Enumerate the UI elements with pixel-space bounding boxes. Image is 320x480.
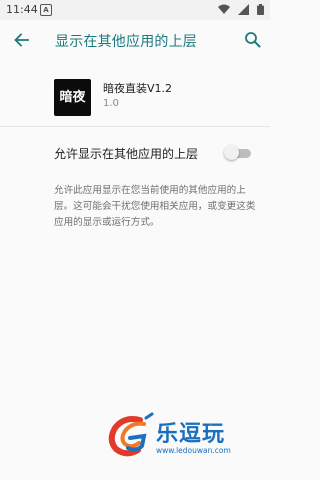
signal-icon xyxy=(237,4,249,15)
watermark-url: www.ledouwan.com xyxy=(156,446,231,455)
app-name: 暗夜直装V1.2 xyxy=(103,82,173,95)
toggle-thumb xyxy=(224,145,239,160)
status-time: 11:44 xyxy=(6,3,38,16)
app-info-header: 暗夜 暗夜直装V1.2 1.0 xyxy=(0,68,270,128)
permission-toggle-row[interactable]: 允许显示在其他应用的上层 xyxy=(0,136,270,170)
back-button[interactable] xyxy=(12,30,32,50)
section-divider xyxy=(0,126,270,127)
page-title: 显示在其他应用的上层 xyxy=(55,34,197,50)
notification-icon: A xyxy=(40,4,52,16)
battery-icon xyxy=(257,4,264,15)
permission-description: 允许此应用显示在您当前使用的其他应用的上层。这可能会干扰您使用相关应用，或变更这… xyxy=(54,185,256,228)
ledouwan-logo-icon xyxy=(108,412,154,457)
watermark-logo: 乐逗玩 www.ledouwan.com xyxy=(106,412,266,462)
search-icon xyxy=(245,32,261,48)
status-icons xyxy=(215,4,264,16)
permission-toggle[interactable] xyxy=(224,145,252,161)
permission-label: 允许显示在其他应用的上层 xyxy=(54,147,199,161)
app-icon: 暗夜 xyxy=(54,79,91,116)
search-button[interactable] xyxy=(243,30,263,50)
watermark-title: 乐逗玩 xyxy=(156,422,226,447)
arrow-left-icon xyxy=(14,33,29,47)
status-bar: 11:44 A xyxy=(0,0,270,20)
app-bar: 显示在其他应用的上层 xyxy=(0,20,270,60)
app-version: 1.0 xyxy=(103,98,119,109)
wifi-icon xyxy=(217,4,230,14)
